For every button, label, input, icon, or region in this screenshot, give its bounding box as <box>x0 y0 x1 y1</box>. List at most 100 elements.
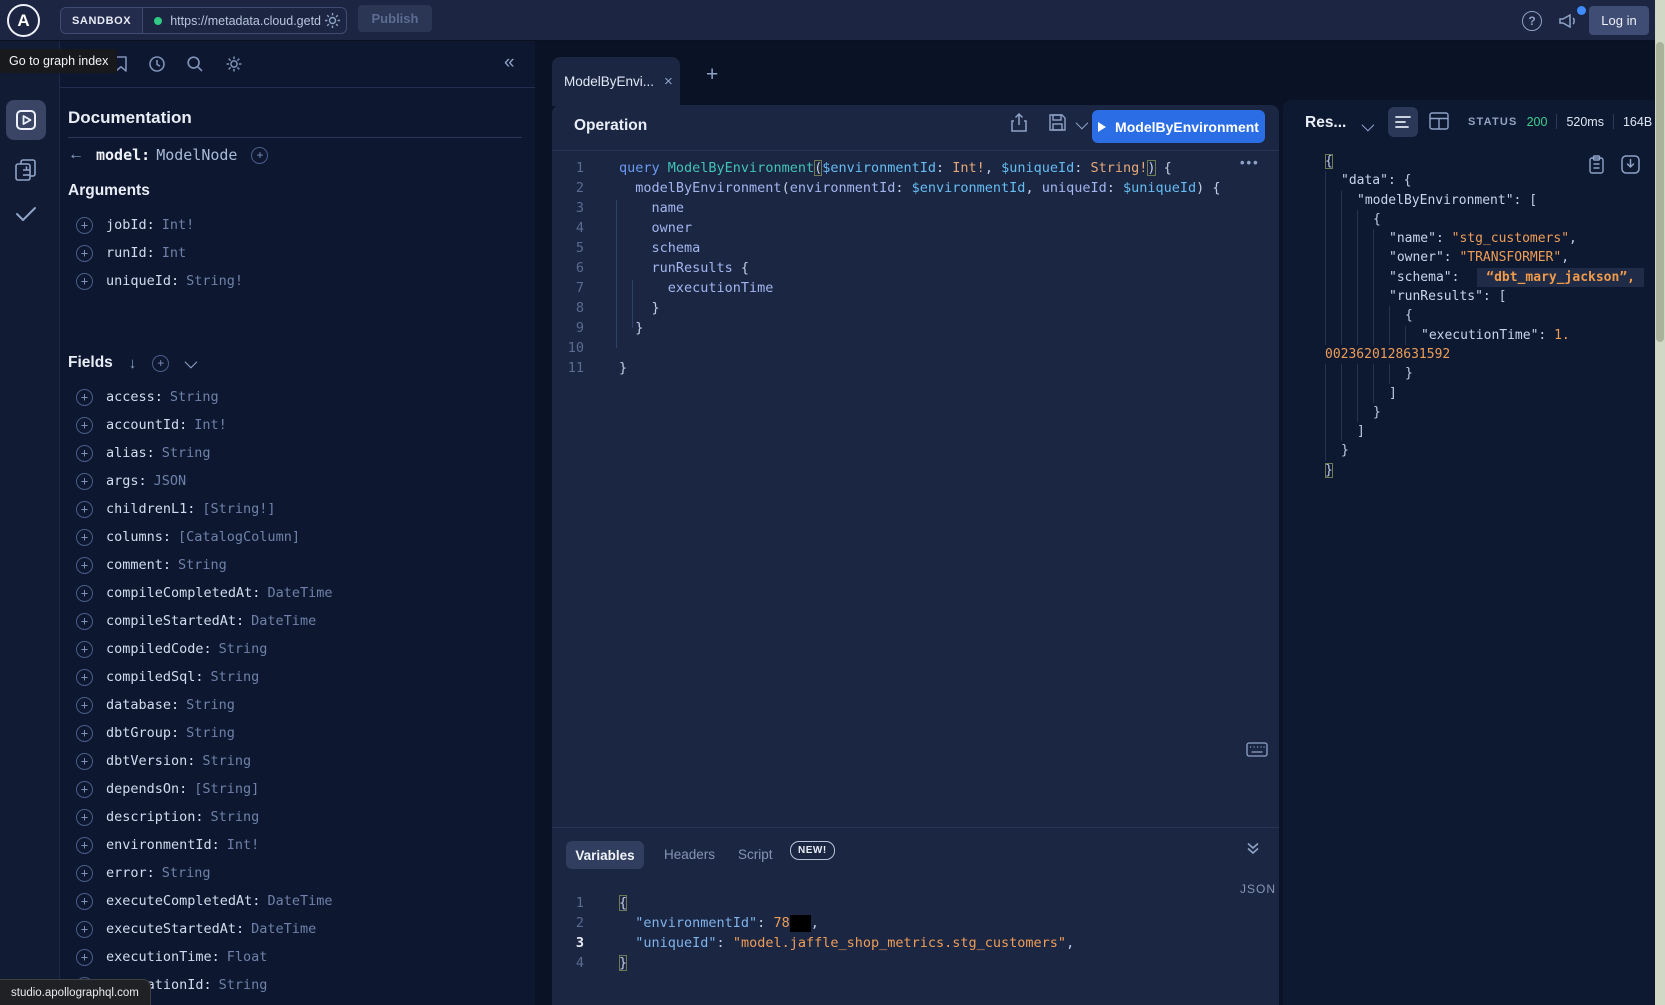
add-field-icon[interactable] <box>76 557 93 574</box>
code-line[interactable]: 2 modelByEnvironment(environmentId: $env… <box>552 178 1272 198</box>
add-field-icon[interactable] <box>76 217 93 234</box>
add-field-icon[interactable] <box>76 725 93 742</box>
new-tab-icon[interactable] <box>706 63 718 87</box>
indent-guide <box>1325 210 1341 229</box>
code-token: : <box>936 160 952 176</box>
publish-button[interactable]: Publish <box>358 5 432 32</box>
keyboard-shortcuts-icon[interactable] <box>1246 742 1268 757</box>
add-field-icon[interactable] <box>76 473 93 490</box>
add-all-fields-icon[interactable] <box>152 355 169 372</box>
sort-fields-icon[interactable]: ↓ <box>129 355 137 372</box>
tab-variables[interactable]: Variables <box>566 841 644 869</box>
add-field-icon[interactable] <box>76 921 93 938</box>
add-field-icon[interactable] <box>76 445 93 462</box>
code-line[interactable]: 3 "uniqueId": "model.jaffle_shop_metrics… <box>552 933 1272 953</box>
share-operation-icon[interactable] <box>1010 113 1028 133</box>
tab-close-icon[interactable]: × <box>664 73 673 90</box>
add-field-icon[interactable] <box>76 585 93 602</box>
code-token: "name" <box>1389 231 1436 246</box>
code-line[interactable]: 4 owner <box>552 218 1272 238</box>
status-label: STATUS <box>1468 116 1518 128</box>
megaphone-icon[interactable] <box>1557 11 1579 31</box>
code-token: , <box>1561 250 1569 265</box>
field-type: JSON <box>154 473 187 489</box>
doc-field-row: description:String <box>68 803 528 831</box>
scrollbar[interactable] <box>1655 0 1665 1005</box>
run-operation-button[interactable]: ModelByEnvironment <box>1092 110 1265 143</box>
add-field-icon[interactable] <box>76 273 93 290</box>
add-field-icon[interactable] <box>76 837 93 854</box>
code-line[interactable]: 9 } <box>552 318 1272 338</box>
add-field-icon[interactable] <box>76 949 93 966</box>
fields-options-chevron-icon[interactable] <box>185 355 198 368</box>
add-field-icon[interactable] <box>76 417 93 434</box>
code-token: : <box>1452 270 1468 285</box>
indent-guide <box>1357 287 1373 306</box>
field-name: jobId: <box>106 217 155 233</box>
back-arrow-icon[interactable]: ← <box>68 146 96 164</box>
help-icon[interactable]: ? <box>1522 11 1542 31</box>
docs-type-name[interactable]: ModelNode <box>156 146 237 164</box>
code-token: : <box>1074 160 1090 176</box>
request-subtabs: Variables Headers Script NEW! <box>552 835 1279 871</box>
code-line[interactable]: 2 "environmentId": 78, <box>552 913 1272 933</box>
collapse-variables-icon[interactable] <box>1245 840 1261 856</box>
add-field-icon[interactable] <box>76 641 93 658</box>
field-name: dbtGroup: <box>106 725 179 741</box>
save-options-chevron-icon[interactable] <box>1076 117 1089 130</box>
line-number: 7 <box>552 278 592 298</box>
variables-editor[interactable]: 1{2 "environmentId": 78,3 "uniqueId": "m… <box>552 893 1272 973</box>
tab-headers[interactable]: Headers <box>664 847 715 862</box>
login-button[interactable]: Log in <box>1589 6 1649 35</box>
response-dropdown-icon[interactable] <box>1362 119 1375 132</box>
code-line[interactable]: 6 runResults { <box>552 258 1272 278</box>
add-field-icon[interactable] <box>76 809 93 826</box>
add-field-icon[interactable] <box>76 529 93 546</box>
code-line[interactable]: 3 name <box>552 198 1272 218</box>
search-icon[interactable] <box>186 55 204 73</box>
code-content: owner <box>592 218 692 238</box>
fields-header: Fields ↓ <box>68 354 194 372</box>
add-field-icon[interactable] <box>76 613 93 630</box>
add-field-icon[interactable] <box>76 753 93 770</box>
collapse-sidebar-icon[interactable]: « <box>504 52 515 74</box>
code-content: schema <box>592 238 700 258</box>
sidebar-item-schema-icon[interactable] <box>13 157 39 183</box>
line-number: 3 <box>552 198 592 218</box>
code-line[interactable]: 4} <box>552 953 1272 973</box>
add-field-icon[interactable] <box>76 697 93 714</box>
settings-gear-icon[interactable] <box>225 55 243 73</box>
tab-script[interactable]: Script <box>738 847 773 862</box>
code-line[interactable]: 1query ModelByEnvironment($environmentId… <box>552 158 1272 178</box>
connection-settings-icon[interactable] <box>324 12 341 29</box>
list-view-toggle[interactable] <box>1388 107 1418 137</box>
add-type-icon[interactable] <box>251 147 268 164</box>
code-line[interactable]: 1{ <box>552 893 1272 913</box>
sidebar-item-checks-icon[interactable] <box>14 204 38 224</box>
add-field-icon[interactable] <box>76 669 93 686</box>
sidebar-item-explorer[interactable] <box>6 100 46 140</box>
history-icon[interactable] <box>148 55 166 73</box>
add-field-icon[interactable] <box>76 781 93 798</box>
code-line[interactable]: 10 <box>552 338 1272 358</box>
save-operation-icon[interactable] <box>1048 113 1067 132</box>
add-field-icon[interactable] <box>76 501 93 518</box>
operation-tab[interactable]: ModelByEnvi... × <box>552 57 680 106</box>
code-line[interactable]: 8 } <box>552 298 1272 318</box>
query-editor[interactable]: 1query ModelByEnvironment($environmentId… <box>552 158 1272 378</box>
code-line[interactable]: 5 schema <box>552 238 1272 258</box>
scrollbar-thumb[interactable] <box>1656 42 1664 342</box>
table-view-toggle[interactable] <box>1429 112 1449 130</box>
apollo-studio-sandbox: { "topbar": { "logo_letter": "A", "sandb… <box>0 0 1665 1005</box>
code-line[interactable]: 7 executionTime <box>552 278 1272 298</box>
add-field-icon[interactable] <box>76 245 93 262</box>
add-field-icon[interactable] <box>76 389 93 406</box>
code-token: environmentId <box>790 180 896 196</box>
add-field-icon[interactable] <box>76 865 93 882</box>
response-json-viewer[interactable]: {"data": {"modelByEnvironment": [{"name"… <box>1325 152 1645 480</box>
add-field-icon[interactable] <box>76 893 93 910</box>
apollo-logo-icon[interactable]: A <box>7 4 40 37</box>
endpoint-url-input[interactable]: https://metadata.cloud.getd <box>170 14 322 28</box>
code-line[interactable]: 11} <box>552 358 1272 378</box>
code-token: ModelByEnvironment <box>668 160 814 176</box>
